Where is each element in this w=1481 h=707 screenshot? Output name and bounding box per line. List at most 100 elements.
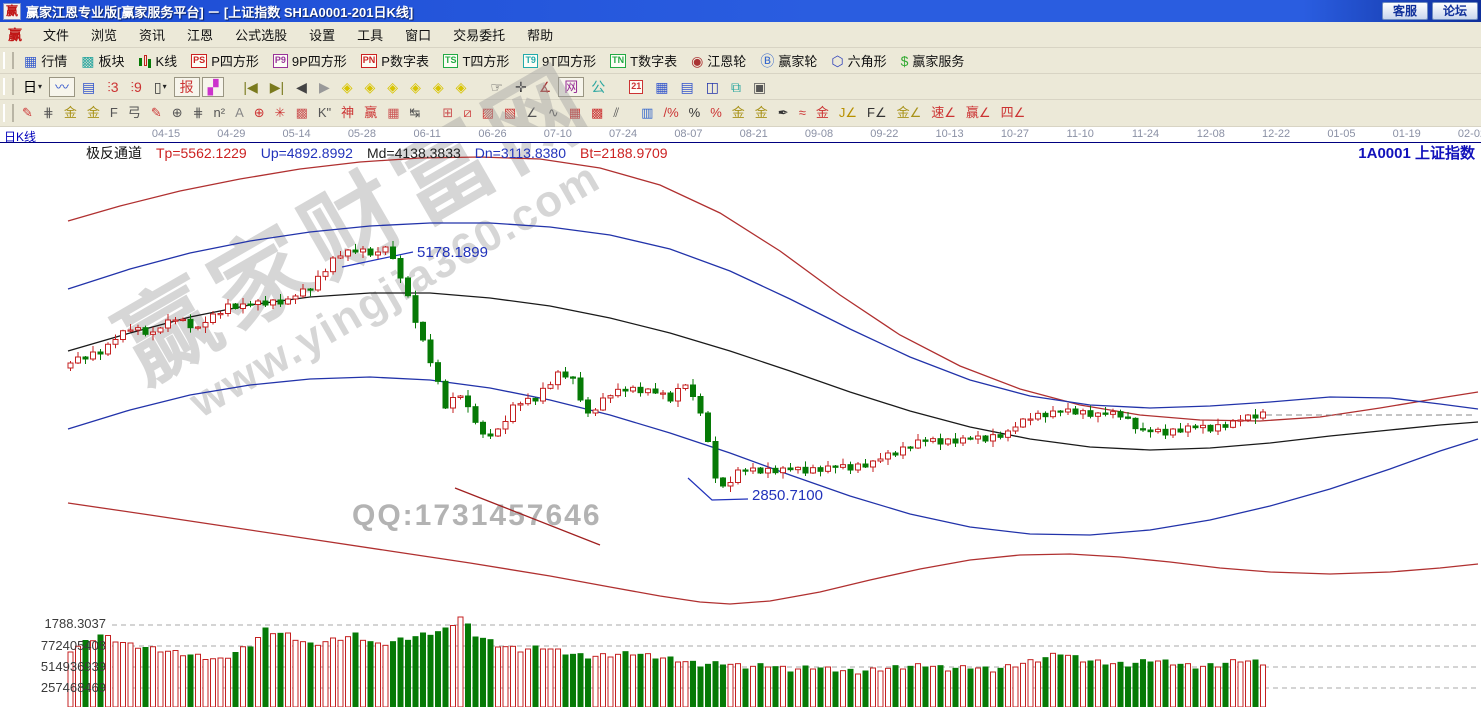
corner-rays-icon[interactable]: ∠ <box>522 104 542 122</box>
gold-angle-icon[interactable]: 金∠ <box>893 104 926 122</box>
percent-line-icon[interactable]: /% <box>659 104 682 122</box>
step-forward-icon[interactable]: ▶ <box>314 78 335 96</box>
zigzag-icon[interactable]: ∿ <box>544 104 563 122</box>
client-icon[interactable]: ▣ <box>748 78 771 96</box>
k-marks-icon[interactable]: K" <box>314 104 335 122</box>
span-arrows-icon[interactable]: ↹ <box>406 104 425 122</box>
go-first-icon[interactable]: |◀ <box>238 78 262 96</box>
menu-item-文件[interactable]: 文件 <box>32 23 80 46</box>
minute-3-chart-icon[interactable]: ⫶3 <box>102 78 123 96</box>
info-panel-icon[interactable]: ▤ <box>77 78 100 96</box>
pen-candle-icon[interactable]: ✒ <box>774 104 793 122</box>
zoom-out-icon[interactable]: ◈ <box>451 78 472 96</box>
notes-icon[interactable]: ▤ <box>676 78 699 96</box>
calculator-icon[interactable]: ▦ <box>650 78 673 96</box>
ray-fan-icon[interactable]: ⧄ <box>459 104 475 122</box>
four-angle-icon[interactable]: 四∠ <box>997 104 1030 122</box>
f-angle-icon[interactable]: F∠ <box>863 104 891 122</box>
ray-box-2-icon[interactable]: ▧ <box>500 104 520 122</box>
pencil-tool-icon[interactable]: ✎ <box>18 104 37 122</box>
menu-item-工具[interactable]: 工具 <box>346 23 394 46</box>
menu-item-资讯[interactable]: 资讯 <box>128 23 176 46</box>
toolbar-button-9p-square[interactable]: P99P四方形 <box>266 49 354 72</box>
calendar-icon[interactable]: 21 <box>624 78 648 96</box>
toolbar-button-gann-wheel[interactable]: ◉江恩轮 <box>684 49 753 72</box>
red-pencil-icon[interactable]: ✎ <box>147 104 166 122</box>
quote-board-icon[interactable]: 报 <box>174 77 200 97</box>
red-grid-1-icon[interactable]: ▦ <box>565 104 585 122</box>
speed-angle-icon[interactable]: 速∠ <box>927 104 960 122</box>
formula-tool-icon[interactable]: 公 <box>586 78 610 96</box>
pan-right-icon[interactable]: ◈ <box>360 78 381 96</box>
toolbar-button-9t-square[interactable]: T99T四方形 <box>516 49 603 72</box>
angle-a-icon[interactable]: A <box>231 104 248 122</box>
percent-levels-icon[interactable]: % <box>706 104 726 122</box>
toolbar-button-hexagon[interactable]: ⬡六角形 <box>824 49 893 72</box>
bow-grid-icon[interactable]: 弓 <box>124 104 145 122</box>
zoom-in-icon[interactable]: ◈ <box>428 78 449 96</box>
zoom-reset-icon[interactable]: ◈ <box>405 78 426 96</box>
gann-star-icon[interactable]: ✳ <box>271 104 290 122</box>
volume-bar <box>511 646 516 707</box>
menu-item-窗口[interactable]: 窗口 <box>394 23 442 46</box>
gann-web-icon[interactable]: ▩ <box>292 104 312 122</box>
volume-bar <box>556 649 561 707</box>
period-selector-icon[interactable]: 日▾ <box>18 78 47 96</box>
parallel-lines-icon[interactable]: ⫽ <box>609 104 623 122</box>
toolbar-button-winner-wheel[interactable]: Ⓑ赢家轮 <box>753 49 824 72</box>
toolbar-button-t-number-table[interactable]: TNT数字表 <box>603 49 684 72</box>
candle-style-icon[interactable]: ▯▾ <box>149 78 172 96</box>
double-arc-icon[interactable]: ≈ <box>795 104 810 122</box>
gold-circle-icon[interactable]: 金 <box>728 104 749 122</box>
toolbar-button-quotes[interactable]: ▦行情 <box>17 49 74 72</box>
grid-123-icon[interactable]: ▦ <box>383 104 403 122</box>
web-tool-icon[interactable]: 网 <box>558 77 584 97</box>
trend-compress-icon[interactable]: 〰 <box>49 77 75 97</box>
toolbar-button-t-square[interactable]: TST四方形 <box>436 49 516 72</box>
bars-panel-icon[interactable]: ▥ <box>637 104 657 122</box>
network-icon[interactable]: ⧉ <box>726 78 746 96</box>
f-grid-icon[interactable]: F <box>106 104 122 122</box>
gold-grid-1-icon[interactable]: 金 <box>60 104 81 122</box>
toolbar-button-p-number-table[interactable]: PNP数字表 <box>354 49 436 72</box>
toolbar-button-sectors[interactable]: ▩板块 <box>74 49 131 72</box>
j-angle-icon[interactable]: J∠ <box>835 104 861 122</box>
minute-9-chart-icon[interactable]: ⫶9 <box>126 78 147 96</box>
menu-item-公式选股[interactable]: 公式选股 <box>224 23 298 46</box>
ying-tool-icon[interactable]: 赢 <box>360 104 381 122</box>
ruler-grid-icon[interactable]: ⋕ <box>39 104 58 122</box>
gold-red-icon[interactable]: 金 <box>812 104 833 122</box>
kline-plot[interactable] <box>0 127 1481 707</box>
gann-circle-icon[interactable]: ⊕ <box>250 104 269 122</box>
go-last-icon[interactable]: ▶| <box>265 78 289 96</box>
forum-button[interactable]: 论坛 <box>1432 2 1478 20</box>
toolbar-button-kline[interactable]: K线 <box>132 49 185 72</box>
n-square-icon[interactable]: n² <box>210 104 230 122</box>
shen-tool-icon[interactable]: 神 <box>337 104 358 122</box>
ying-angle-icon[interactable]: 赢∠ <box>962 104 995 122</box>
save-icon[interactable]: ◫ <box>701 78 724 96</box>
box-grid-icon[interactable]: ⊞ <box>438 104 457 122</box>
gold-grid-2-icon[interactable]: 金 <box>83 104 104 122</box>
arc-circle-icon[interactable]: ⊕ <box>168 104 187 122</box>
menu-item-浏览[interactable]: 浏览 <box>80 23 128 46</box>
pan-left-icon[interactable]: ◈ <box>337 78 358 96</box>
menu-item-江恩[interactable]: 江恩 <box>176 23 224 46</box>
gold-line-icon[interactable]: 金 <box>751 104 772 122</box>
crosshair-tool-icon[interactable]: ✛ <box>510 78 532 96</box>
toolbar-button-p-square[interactable]: PSP四方形 <box>184 49 266 72</box>
red-grid-2-icon[interactable]: ▩ <box>587 104 607 122</box>
ray-box-1-icon[interactable]: ▨ <box>478 104 498 122</box>
percent-icon[interactable]: % <box>685 104 705 122</box>
toolbar-button-winner-service[interactable]: $赢家服务 <box>894 49 972 72</box>
menu-item-交易委托[interactable]: 交易委托 <box>442 23 516 46</box>
menu-item-设置[interactable]: 设置 <box>298 23 346 46</box>
menu-item-帮助[interactable]: 帮助 <box>516 23 564 46</box>
zoom-horizontal-icon[interactable]: ◈ <box>382 78 403 96</box>
color-chart-icon[interactable]: ▞ <box>202 77 225 97</box>
hand-tool-icon[interactable]: ☞ <box>485 78 508 96</box>
step-back-icon[interactable]: ◀ <box>291 78 312 96</box>
support-button[interactable]: 客服 <box>1382 2 1428 20</box>
fence-icon[interactable]: ⋕ <box>189 104 208 122</box>
angle-tool-icon[interactable]: ∡ <box>534 78 557 96</box>
